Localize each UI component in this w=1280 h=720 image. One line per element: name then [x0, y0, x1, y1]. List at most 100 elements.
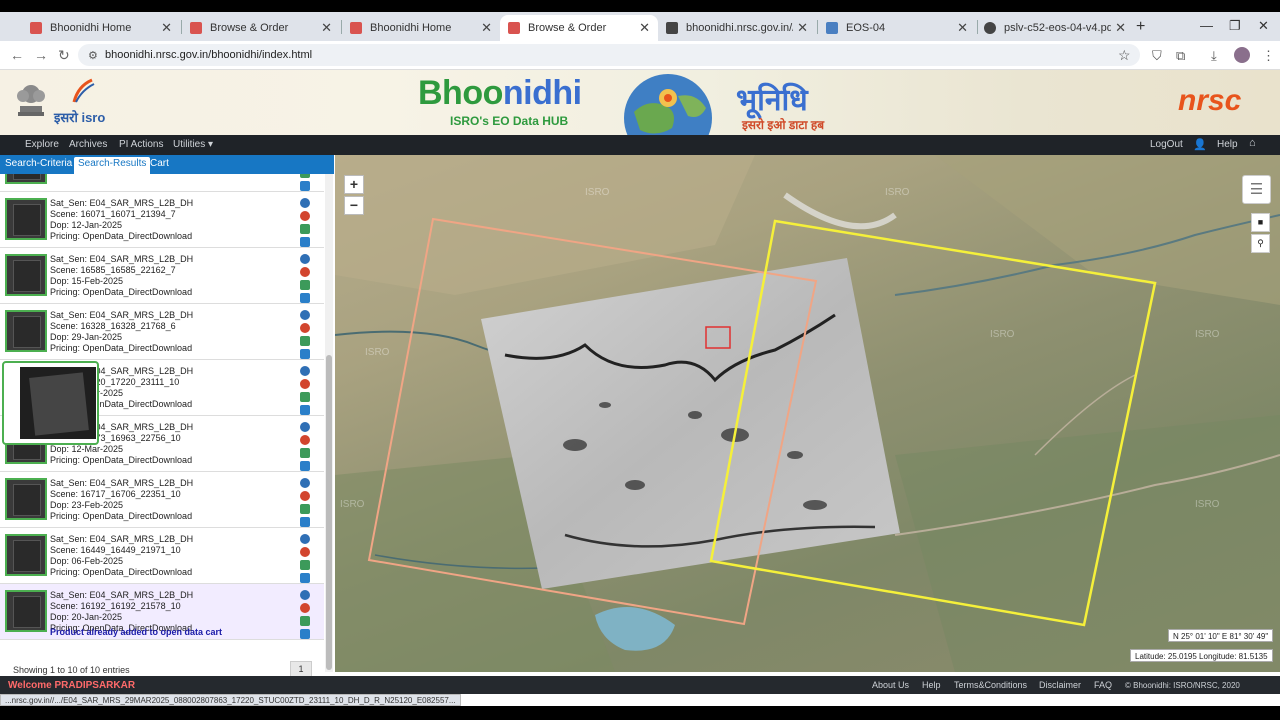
zoom-in-button[interactable]: + — [344, 175, 364, 194]
add-to-cart-icon[interactable] — [300, 517, 310, 527]
browser-tab[interactable]: Bhoonidhi Home ✕ — [22, 15, 180, 41]
zoom-out-button[interactable]: − — [344, 196, 364, 215]
back-icon[interactable]: ← — [10, 47, 24, 63]
add-to-cart-icon[interactable] — [300, 349, 310, 359]
info-icon[interactable] — [300, 422, 310, 432]
user-icon[interactable]: 👤 — [1193, 138, 1207, 151]
info-icon[interactable] — [300, 254, 310, 264]
locate-icon[interactable] — [300, 435, 310, 445]
close-tab-icon[interactable]: ✕ — [481, 20, 492, 36]
scene-thumbnail[interactable] — [5, 310, 47, 352]
download-icon[interactable]: ⤓ — [1211, 48, 1217, 64]
tab-search-criteria[interactable]: Search-Criteria — [1, 157, 76, 174]
footer-help-link[interactable]: Help — [922, 680, 941, 690]
scene-thumbnail[interactable] — [5, 590, 47, 632]
info-icon[interactable] — [300, 478, 310, 488]
close-tab-icon[interactable]: ✕ — [321, 20, 332, 36]
result-row[interactable]: Sat_Sen: E04_SAR_MRS_L2B_DH Scene: 16717_… — [0, 472, 324, 528]
menu-utilities[interactable]: Utilities ▾ — [173, 139, 213, 150]
forward-icon[interactable]: → — [34, 47, 48, 63]
shield-icon[interactable]: ⛉ — [1152, 48, 1162, 64]
add-to-cart-icon[interactable] — [300, 293, 310, 303]
map-view[interactable]: ISRO ISRO ISRO ISRO ISRO ISRO ISRO + − ☰… — [335, 155, 1280, 672]
scrollbar-thumb[interactable] — [326, 355, 332, 670]
help-link[interactable]: Help — [1217, 139, 1238, 150]
close-tab-icon[interactable]: ✕ — [639, 20, 650, 36]
site-info-icon[interactable]: ⚙ — [88, 49, 98, 62]
map-pin-icon[interactable]: ⚲ — [1251, 234, 1270, 253]
browser-tab[interactable]: EOS-04 ✕ — [818, 15, 976, 41]
locate-icon[interactable] — [300, 379, 310, 389]
scene-thumbnail[interactable] — [5, 478, 47, 520]
menu-pi-actions[interactable]: PI Actions — [119, 139, 163, 150]
footer-disclaimer-link[interactable]: Disclaimer — [1039, 680, 1081, 690]
minimize-icon[interactable]: — — [1200, 18, 1213, 33]
info-icon[interactable] — [300, 310, 310, 320]
menu-kebab-icon[interactable]: ⋮ — [1262, 48, 1275, 64]
reload-icon[interactable]: ↻ — [58, 47, 70, 64]
map-canvas[interactable]: ISRO ISRO ISRO ISRO ISRO ISRO ISRO — [335, 155, 1280, 672]
preview-icon[interactable] — [300, 560, 310, 570]
preview-icon[interactable] — [300, 392, 310, 402]
result-row[interactable]: Pricing: OpenData_DirectDownload — [0, 174, 324, 192]
result-row[interactable]: Sat_Sen: E04_SAR_MRS_L2B_DH Scene: 16585_… — [0, 248, 324, 304]
profile-avatar[interactable] — [1234, 47, 1250, 63]
tab-cart[interactable]: Cart — [146, 157, 173, 174]
browser-tab[interactable]: pslv-c52-eos-04-v4.pdf ✕ — [976, 15, 1134, 41]
scene-thumbnail[interactable] — [5, 198, 47, 240]
home-icon[interactable]: ⌂ — [1249, 137, 1256, 149]
scene-thumbnail[interactable] — [5, 174, 47, 184]
extensions-icon[interactable]: ⧉ — [1176, 48, 1185, 64]
locate-icon[interactable] — [300, 323, 310, 333]
tab-search-results[interactable]: Search-Results — [74, 157, 151, 174]
preview-icon[interactable] — [300, 616, 310, 626]
scene-thumbnail[interactable] — [5, 534, 47, 576]
page-button[interactable]: 1 — [290, 661, 312, 677]
browser-tab[interactable]: Browse & Order ✕ — [182, 15, 340, 41]
scene-thumbnail[interactable] — [5, 254, 47, 296]
add-to-cart-icon[interactable] — [300, 629, 310, 639]
footer-faq-link[interactable]: FAQ — [1094, 680, 1112, 690]
browser-tab[interactable]: Bhoonidhi Home ✕ — [342, 15, 500, 41]
add-to-cart-icon[interactable] — [300, 461, 310, 471]
draw-rectangle-icon[interactable]: ■ — [1251, 213, 1270, 232]
close-tab-icon[interactable]: ✕ — [1115, 20, 1126, 36]
preview-icon[interactable] — [300, 504, 310, 514]
preview-icon[interactable] — [300, 448, 310, 458]
close-tab-icon[interactable]: ✕ — [797, 20, 808, 36]
preview-icon[interactable] — [300, 336, 310, 346]
add-to-cart-icon[interactable] — [300, 237, 310, 247]
locate-icon[interactable] — [300, 491, 310, 501]
restore-icon[interactable]: ❐ — [1229, 18, 1241, 34]
footer-about-link[interactable]: About Us — [872, 680, 909, 690]
info-icon[interactable] — [300, 534, 310, 544]
bookmark-star-icon[interactable]: ☆ — [1118, 47, 1131, 64]
add-to-cart-icon[interactable] — [300, 181, 310, 191]
preview-icon[interactable] — [300, 280, 310, 290]
browser-tab[interactable]: bhoonidhi.nrsc.gov.in//imgarch ✕ — [658, 15, 816, 41]
layers-icon[interactable]: ☰ — [1242, 175, 1271, 204]
locate-icon[interactable] — [300, 211, 310, 221]
info-icon[interactable] — [300, 198, 310, 208]
locate-icon[interactable] — [300, 547, 310, 557]
add-to-cart-icon[interactable] — [300, 573, 310, 583]
footer-terms-link[interactable]: Terms&Conditions — [954, 680, 1027, 690]
info-icon[interactable] — [300, 366, 310, 376]
preview-icon[interactable] — [300, 174, 310, 178]
menu-explore[interactable]: Explore — [25, 139, 59, 150]
locate-icon[interactable] — [300, 267, 310, 277]
result-row[interactable]: Sat_Sen: E04_SAR_MRS_L2B_DH Scene: 16192_… — [0, 584, 324, 640]
result-row[interactable]: Sat_Sen: E04_SAR_MRS_L2B_DH Scene: 16328_… — [0, 304, 324, 360]
new-tab-icon[interactable]: + — [1136, 18, 1145, 36]
close-tab-icon[interactable]: ✕ — [957, 20, 968, 36]
browser-tab-active[interactable]: Browse & Order ✕ — [500, 15, 658, 41]
result-row[interactable]: Sat_Sen: E04_SAR_MRS_L2B_DH Scene: 16449_… — [0, 528, 324, 584]
menu-archives[interactable]: Archives — [69, 139, 107, 150]
preview-icon[interactable] — [300, 224, 310, 234]
add-to-cart-icon[interactable] — [300, 405, 310, 415]
result-row[interactable]: Sat_Sen: E04_SAR_MRS_L2B_DH Scene: 16071_… — [0, 192, 324, 248]
close-tab-icon[interactable]: ✕ — [161, 20, 172, 36]
logout-link[interactable]: LogOut — [1150, 139, 1183, 150]
info-icon[interactable] — [300, 590, 310, 600]
close-window-icon[interactable]: ✕ — [1258, 18, 1269, 34]
